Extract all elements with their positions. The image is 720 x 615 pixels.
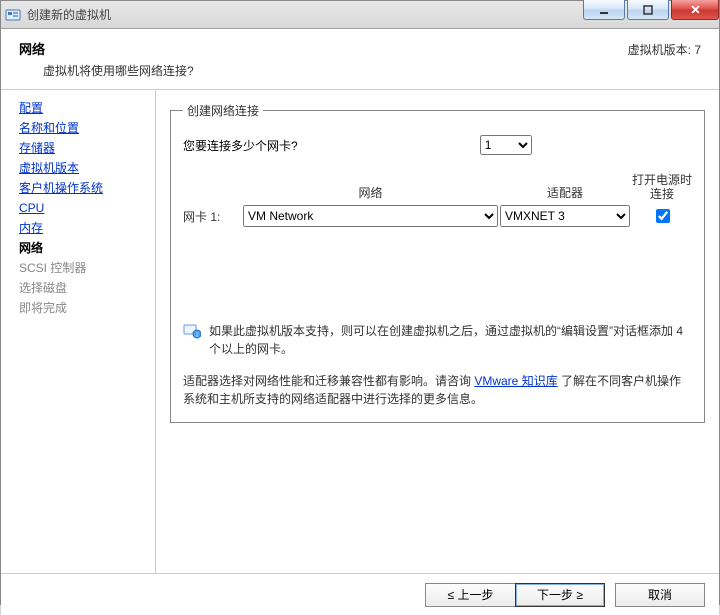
step-network: 网络 bbox=[19, 238, 155, 258]
col-header-connect: 打开电源时连接 bbox=[632, 173, 692, 201]
step-config[interactable]: 配置 bbox=[19, 98, 155, 118]
adapter-note: 适配器选择对网络性能和迁移兼容性都有影响。请咨询 VMware 知识库 了解在不… bbox=[183, 372, 692, 408]
nic1-adapter-select[interactable]: VMXNET 3 bbox=[500, 205, 630, 227]
wizard-footer: ≤ 上一步 下一步 ≥ 取消 bbox=[1, 573, 719, 615]
step-scsi: SCSI 控制器 bbox=[19, 258, 155, 278]
info-icon: i bbox=[183, 322, 201, 340]
step-select-disk: 选择磁盘 bbox=[19, 278, 155, 298]
vm-version-label: 虚拟机版本: 7 bbox=[628, 41, 701, 58]
step-ready: 即将完成 bbox=[19, 298, 155, 318]
wizard-window: 创建新的虚拟机 网络 虚拟机将使用哪些网络连接? 虚拟机版本: 7 配置 名称和… bbox=[0, 0, 720, 605]
step-storage[interactable]: 存储器 bbox=[19, 138, 155, 158]
info-text: 如果此虚拟机版本支持，则可以在创建虚拟机之后，通过虚拟机的“编辑设置”对话框添加… bbox=[209, 322, 692, 358]
note-pre: 适配器选择对网络性能和迁移兼容性都有影响。请咨询 bbox=[183, 374, 474, 388]
nic-count-select[interactable]: 1 bbox=[480, 135, 532, 155]
window-controls bbox=[581, 0, 719, 20]
maximize-button[interactable] bbox=[627, 0, 669, 20]
wizard-steps-sidebar: 配置 名称和位置 存储器 虚拟机版本 客户机操作系统 CPU 内存 网络 SCS… bbox=[1, 90, 156, 573]
page-subheading: 虚拟机将使用哪些网络连接? bbox=[43, 62, 194, 79]
wizard-body: 配置 名称和位置 存储器 虚拟机版本 客户机操作系统 CPU 内存 网络 SCS… bbox=[1, 90, 719, 573]
nic-count-label: 您要连接多少个网卡? bbox=[183, 137, 298, 154]
nic1-network-select[interactable]: VM Network bbox=[243, 205, 498, 227]
svg-text:i: i bbox=[196, 333, 197, 339]
app-icon bbox=[5, 7, 21, 23]
col-header-adapter: 适配器 bbox=[500, 184, 630, 201]
step-vm-version[interactable]: 虚拟机版本 bbox=[19, 158, 155, 178]
step-guest-os[interactable]: 客户机操作系统 bbox=[19, 178, 155, 198]
kb-link[interactable]: VMware 知识库 bbox=[474, 374, 557, 388]
nic-row-1: 网卡 1: VM Network VMXNET 3 bbox=[183, 205, 692, 227]
step-memory[interactable]: 内存 bbox=[19, 218, 155, 238]
nic-count-row: 您要连接多少个网卡? 1 bbox=[183, 135, 692, 155]
network-groupbox: 创建网络连接 您要连接多少个网卡? 1 网络 适配器 打开电源时连接 网卡 1: bbox=[170, 102, 705, 423]
minimize-button[interactable] bbox=[583, 0, 625, 20]
nic1-label: 网卡 1: bbox=[183, 208, 241, 225]
info-block: i 如果此虚拟机版本支持，则可以在创建虚拟机之后，通过虚拟机的“编辑设置”对话框… bbox=[183, 322, 692, 358]
close-button[interactable] bbox=[671, 0, 719, 20]
nic1-connect-checkbox[interactable] bbox=[656, 209, 670, 223]
next-button[interactable]: 下一步 ≥ bbox=[515, 583, 605, 607]
step-cpu[interactable]: CPU bbox=[19, 198, 155, 218]
window-title: 创建新的虚拟机 bbox=[27, 6, 111, 23]
groupbox-legend: 创建网络连接 bbox=[183, 102, 263, 119]
wizard-main-panel: 创建网络连接 您要连接多少个网卡? 1 网络 适配器 打开电源时连接 网卡 1: bbox=[156, 90, 719, 573]
back-button[interactable]: ≤ 上一步 bbox=[425, 583, 515, 607]
nav-button-pair: ≤ 上一步 下一步 ≥ bbox=[425, 583, 605, 607]
col-header-network: 网络 bbox=[243, 184, 498, 201]
step-name-location[interactable]: 名称和位置 bbox=[19, 118, 155, 138]
page-heading: 网络 bbox=[19, 39, 194, 58]
nic-columns-header: 网络 适配器 打开电源时连接 bbox=[183, 173, 692, 201]
cancel-button[interactable]: 取消 bbox=[615, 583, 705, 607]
wizard-header: 网络 虚拟机将使用哪些网络连接? 虚拟机版本: 7 bbox=[1, 29, 719, 90]
titlebar: 创建新的虚拟机 bbox=[1, 1, 719, 29]
